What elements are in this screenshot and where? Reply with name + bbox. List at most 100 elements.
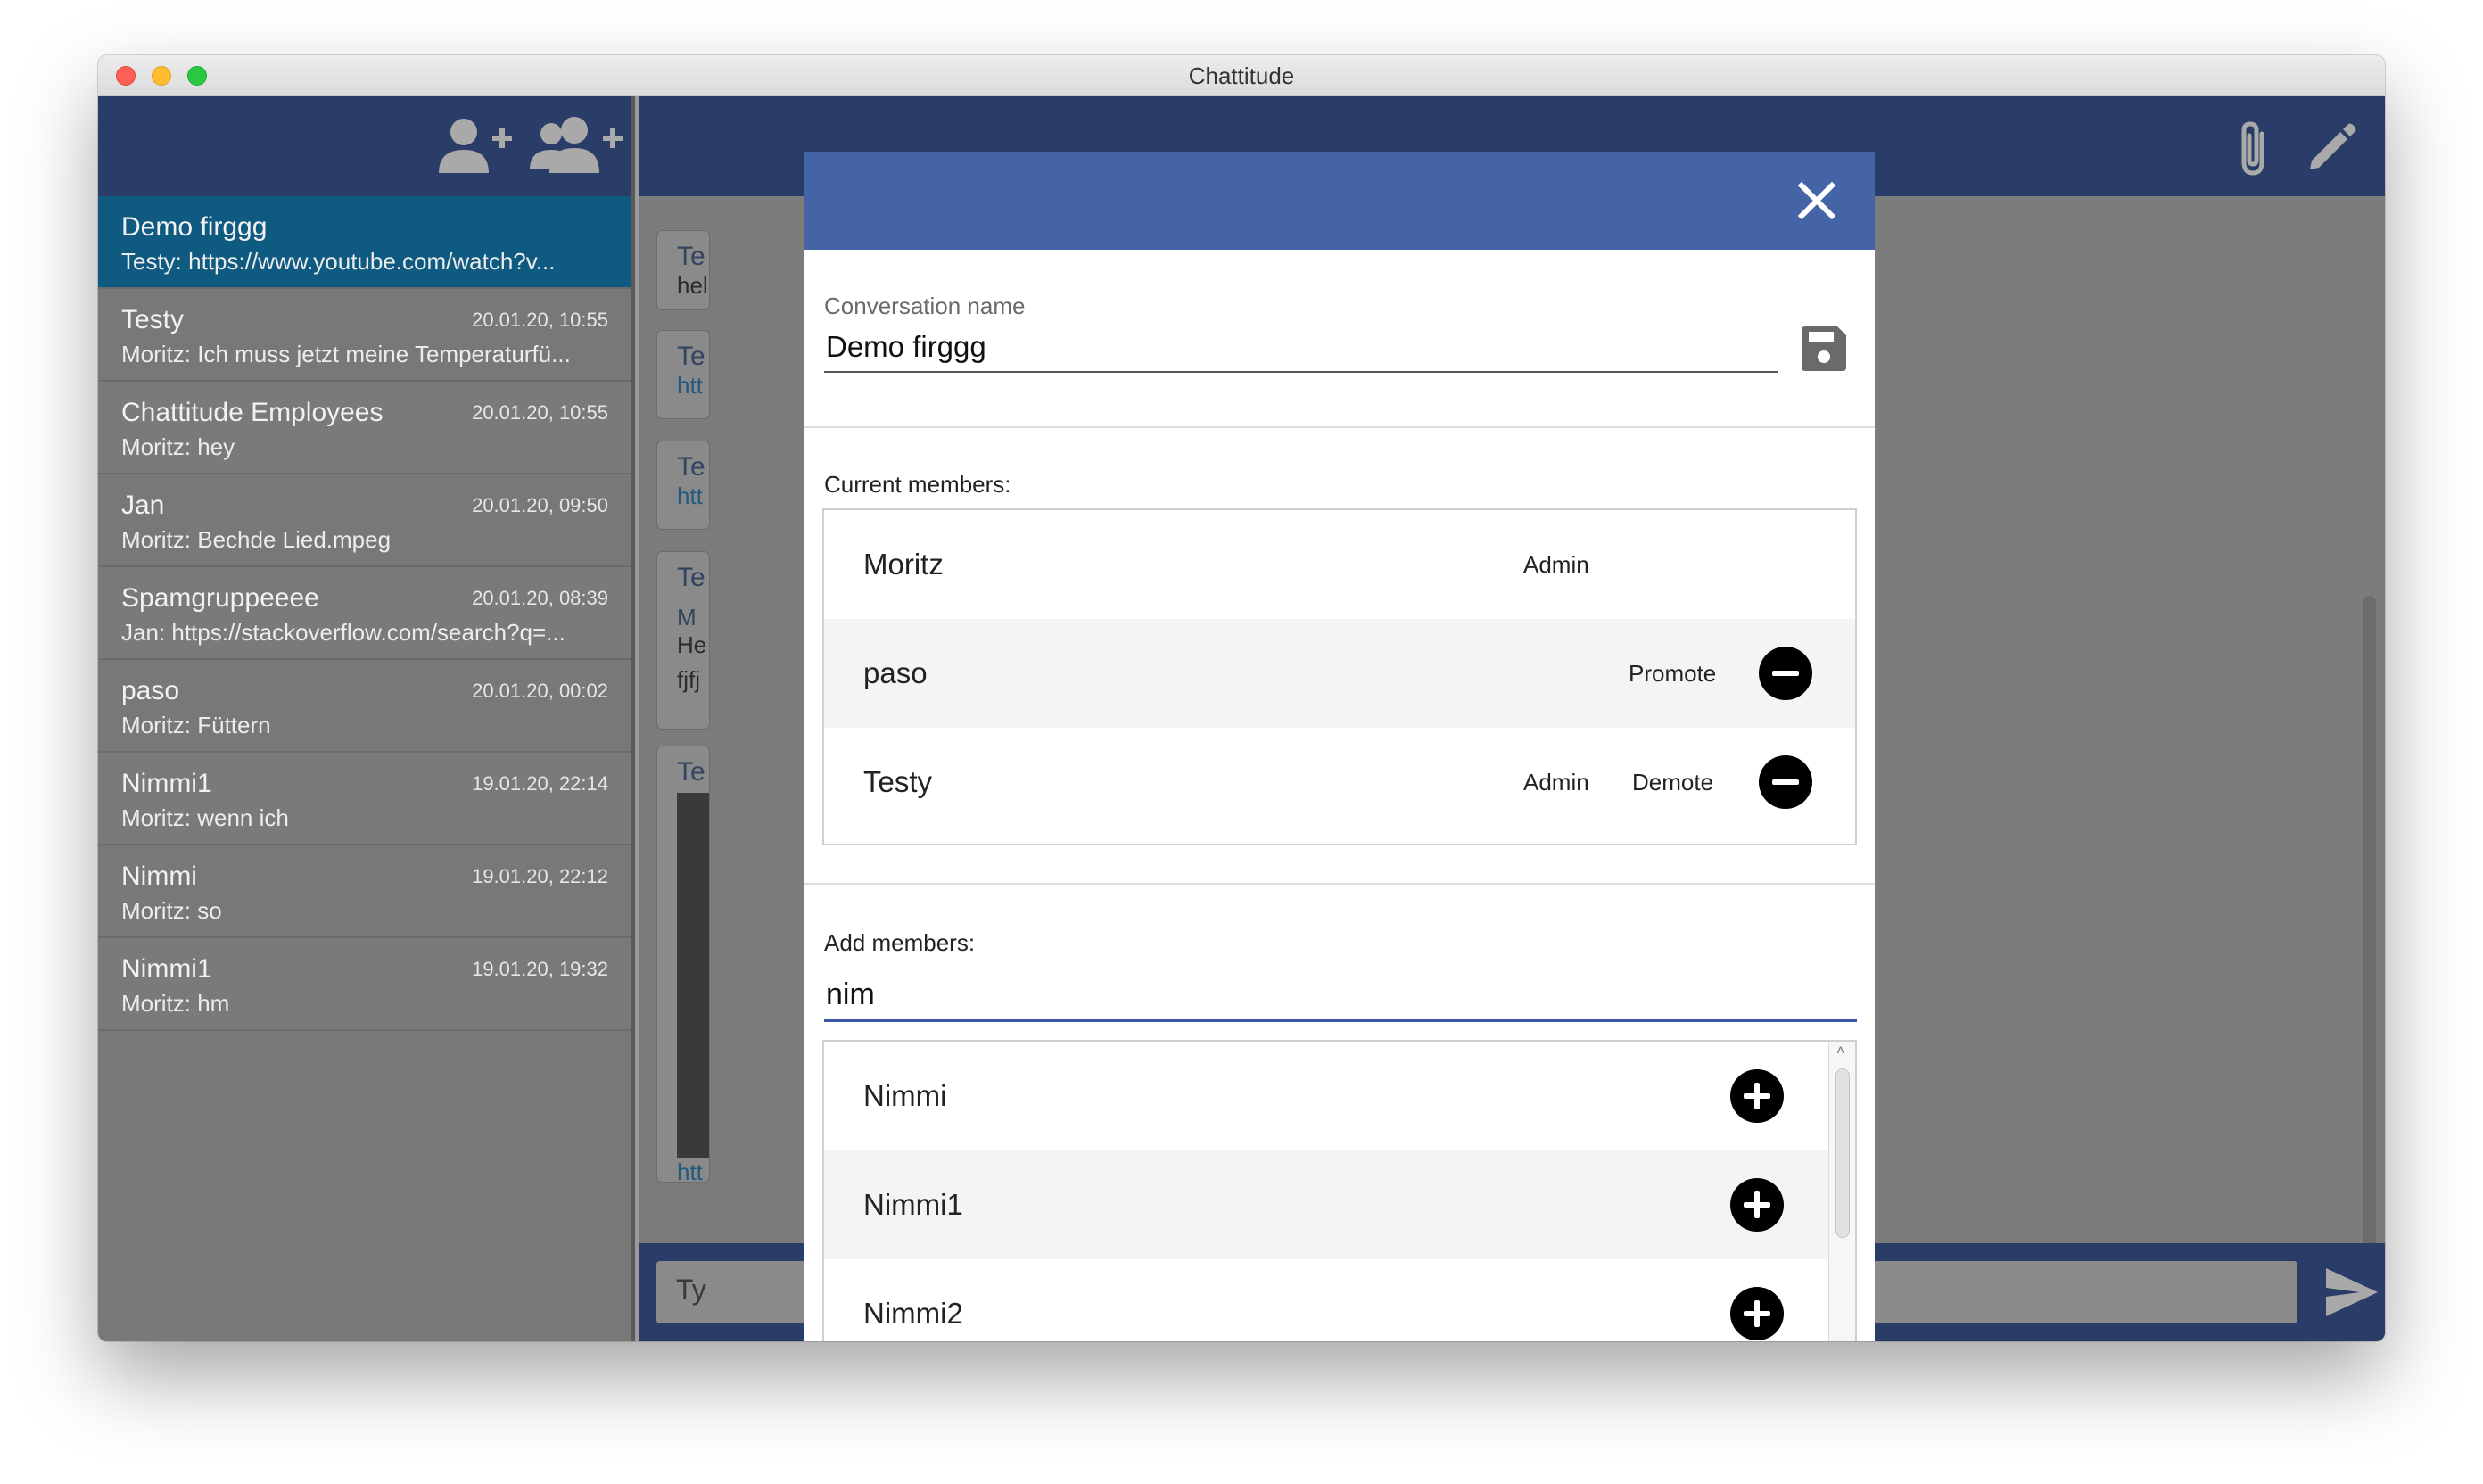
sidebar: Demo firggg 20.01.20, 11:01 Testy: https… <box>98 96 635 1341</box>
current-members-label: Current members: <box>824 471 1011 498</box>
conversation-preview: Testy: https://www.youtube.com/watch?v..… <box>121 248 556 275</box>
send-icon[interactable] <box>2324 1266 2380 1318</box>
message-link[interactable]: htt <box>677 1158 709 1182</box>
conversation-time: 19.01.20, 19:32 <box>472 958 608 980</box>
window-title: Chattitude <box>1188 62 1295 89</box>
conversation-time: 20.01.20, 00:02 <box>472 680 608 702</box>
message-bubble: Te htt <box>656 330 710 419</box>
close-icon[interactable] <box>1794 178 1839 223</box>
result-name: Nimmi2 <box>863 1297 963 1330</box>
message-sender: Te <box>677 563 705 592</box>
conversation-preview: Moritz: Ich muss jetzt meine Temperaturf… <box>121 341 571 367</box>
add-members-label: Add members: <box>824 929 976 956</box>
app-window: Chattitude Demo firggg 20.01.20, 11:01 T… <box>98 55 2385 1341</box>
pencil-icon[interactable] <box>2305 121 2358 175</box>
search-result-row: Nimmi1 <box>824 1150 1828 1259</box>
conversation-preview: Moritz: Bechde Lied.mpeg <box>121 526 392 553</box>
current-members-list: Moritz Admin paso Promote Testy Admin De… <box>822 508 1857 845</box>
scrollbar-thumb[interactable] <box>1835 1068 1850 1238</box>
conversation-preview: Moritz: wenn ich <box>121 804 289 831</box>
member-name: Testy <box>863 765 933 798</box>
message-text: fjfj <box>677 666 700 693</box>
quoted-message: M <box>677 604 697 631</box>
message-bubble: Te M He fjfj <box>656 551 710 730</box>
promote-button[interactable]: Promote <box>1629 660 1716 688</box>
conversation-name: Chattitude Employees <box>121 398 384 427</box>
conversation-preview: Moritz: Füttern <box>121 712 271 738</box>
conversation-name: Nimmi <box>121 862 197 891</box>
result-name: Nimmi <box>863 1079 947 1112</box>
conversation-name: Nimmi1 <box>121 769 212 798</box>
member-row: paso Promote <box>824 619 1855 728</box>
save-icon[interactable] <box>1798 323 1850 375</box>
section-divider <box>804 426 1875 428</box>
scrollbar-thumb[interactable] <box>2363 596 2376 1300</box>
message-bubble: Te htt <box>656 746 710 1183</box>
member-role: Admin <box>1523 551 1589 578</box>
conversation-item[interactable]: Chattitude Employees 20.01.20, 10:55 Mor… <box>98 382 631 474</box>
chat-scrollbar[interactable] <box>2360 239 2380 1309</box>
add-member-button[interactable] <box>1730 1069 1784 1123</box>
conversation-preview: Moritz: hm <box>121 990 230 1017</box>
add-member-button[interactable] <box>1730 1178 1784 1232</box>
message-text: hel <box>677 272 708 299</box>
conversation-name: Testy <box>121 305 185 334</box>
search-result-row: Nimmi <box>824 1042 1855 1150</box>
conversation-name: paso <box>121 676 180 705</box>
message-sender: Te <box>677 452 705 482</box>
dialog-header <box>804 152 1875 250</box>
conversation-time: 20.01.20, 09:50 <box>472 494 608 516</box>
add-group-icon[interactable] <box>528 114 626 177</box>
message-bubble: Te hel <box>656 230 710 310</box>
message-sender: Te <box>677 757 705 787</box>
member-role: Admin <box>1523 769 1589 796</box>
title-bar: Chattitude <box>98 55 2385 96</box>
conversation-item[interactable]: Jan 20.01.20, 09:50 Moritz: Bechde Lied.… <box>98 474 631 567</box>
message-sender: Te <box>677 242 705 271</box>
section-divider <box>804 883 1875 885</box>
remove-member-button[interactable] <box>1759 755 1812 809</box>
conversation-time: 20.01.20, 11:01 <box>473 216 608 238</box>
conversation-item[interactable]: Demo firggg 20.01.20, 11:01 Testy: https… <box>98 196 631 289</box>
message-link[interactable]: htt <box>677 482 709 510</box>
conversation-list: Demo firggg 20.01.20, 11:01 Testy: https… <box>98 196 631 1031</box>
conversation-time: 20.01.20, 08:39 <box>472 587 608 609</box>
minus-circle-icon <box>1772 671 1799 676</box>
conversation-preview: Moritz: so <box>121 897 222 924</box>
quoted-text: He <box>677 631 707 658</box>
demote-button[interactable]: Demote <box>1632 769 1713 796</box>
results-scrollbar[interactable]: ˄ ˅ <box>1828 1042 1855 1341</box>
remove-member-button[interactable] <box>1759 647 1812 700</box>
member-search-results: Nimmi Nimmi1 Nimmi2 ˄ ˅ <box>822 1040 1857 1341</box>
member-row: Testy Admin Demote <box>824 728 1855 837</box>
conversation-preview: Moritz: hey <box>121 433 235 460</box>
member-name: Moritz <box>863 548 944 581</box>
message-bubble: Te htt <box>656 441 710 530</box>
conversation-time: 19.01.20, 22:14 <box>472 772 608 795</box>
conversation-time: 20.01.20, 10:55 <box>472 309 608 331</box>
member-name: paso <box>863 656 928 689</box>
conversation-item[interactable]: Spamgruppeeee 20.01.20, 08:39 Jan: https… <box>98 567 631 660</box>
conversation-name-input[interactable] <box>824 323 1778 373</box>
add-user-icon[interactable] <box>437 114 514 177</box>
paperclip-icon[interactable] <box>2235 121 2271 177</box>
conversation-name: Spamgruppeeee <box>121 583 319 613</box>
message-sender: Te <box>677 342 705 371</box>
search-result-row: Nimmi2 <box>824 1259 1855 1341</box>
minus-circle-icon <box>1772 779 1799 785</box>
video-thumbnail[interactable] <box>677 793 709 1158</box>
conversation-settings-dialog: Conversation name Current members: Morit… <box>804 152 1875 1341</box>
add-member-button[interactable] <box>1730 1287 1784 1340</box>
conversation-item[interactable]: Nimmi1 19.01.20, 22:14 Moritz: wenn ich <box>98 753 631 845</box>
conversation-item[interactable]: Nimmi1 19.01.20, 19:32 Moritz: hm <box>98 938 631 1031</box>
conversation-name-label: Conversation name <box>824 293 1026 319</box>
scroll-up-arrow[interactable]: ˄ <box>1836 1043 1844 1059</box>
member-search-input[interactable] <box>824 970 1857 1022</box>
sidebar-header <box>98 96 631 196</box>
conversation-name: Jan <box>121 491 165 520</box>
message-link[interactable]: htt <box>677 372 709 400</box>
conversation-time: 20.01.20, 10:55 <box>472 401 608 424</box>
conversation-item[interactable]: Nimmi 19.01.20, 22:12 Moritz: so <box>98 845 631 938</box>
conversation-item[interactable]: paso 20.01.20, 00:02 Moritz: Füttern <box>98 660 631 753</box>
conversation-item[interactable]: Testy 20.01.20, 10:55 Moritz: Ich muss j… <box>98 289 631 382</box>
